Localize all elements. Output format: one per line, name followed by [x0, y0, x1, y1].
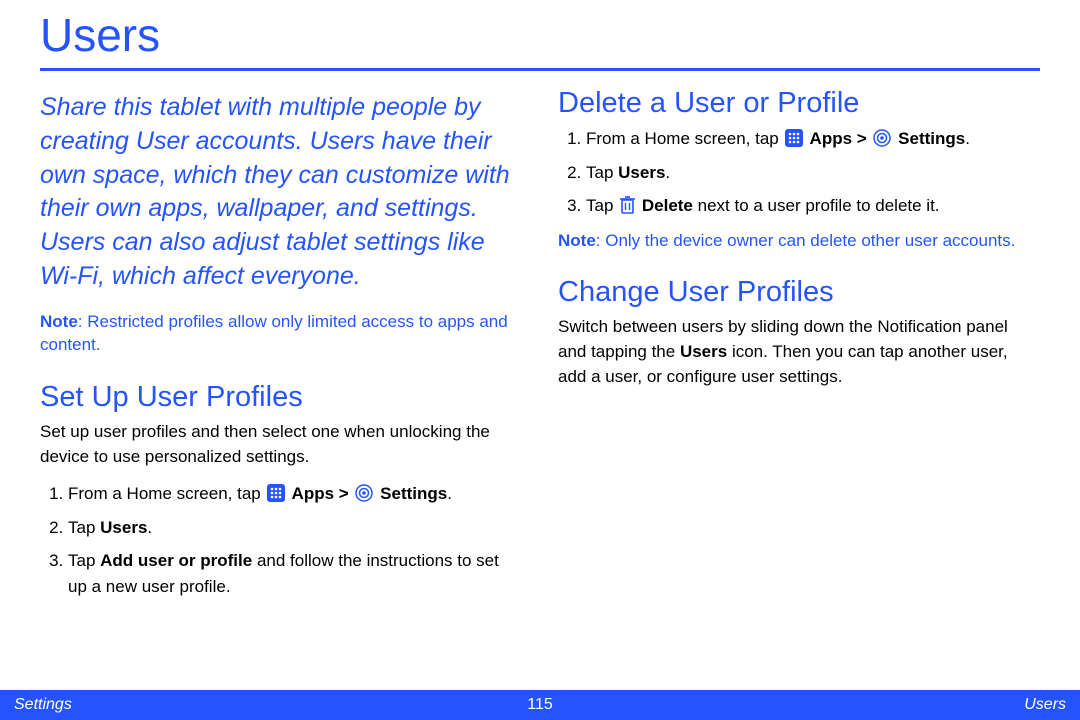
- change-body: Switch between users by sliding down the…: [558, 315, 1040, 389]
- footer-right: Users: [553, 696, 1080, 714]
- delete-step-3: Tap Delete next to a user profile to del…: [586, 193, 1040, 219]
- step-bold: Users: [618, 163, 665, 182]
- heading-setup: Set Up User Profiles: [40, 381, 522, 414]
- right-column: Delete a User or Profile From a Home scr…: [558, 81, 1040, 607]
- step-bold: Users: [100, 518, 147, 537]
- step-text: Tap: [586, 196, 618, 215]
- setup-step-3: Tap Add user or profile and follow the i…: [68, 548, 522, 599]
- footer-bar: Settings 115 Users: [0, 690, 1080, 720]
- setup-step-1: From a Home screen, tap Apps > Settings.: [68, 481, 522, 507]
- note-text: : Only the device owner can delete other…: [596, 231, 1016, 250]
- setup-body: Set up user profiles and then select one…: [40, 420, 522, 469]
- step-bold: Add user or profile: [100, 551, 252, 570]
- footer-left: Settings: [0, 696, 527, 714]
- footer-page-number: 115: [527, 696, 553, 714]
- delete-step-1: From a Home screen, tap Apps > Settings.: [586, 126, 1040, 152]
- delete-step-2: Tap Users.: [586, 160, 1040, 186]
- setup-steps: From a Home screen, tap Apps > Settings.…: [40, 481, 522, 599]
- delete-note: Note: Only the device owner can delete o…: [558, 229, 1040, 253]
- note-label: Note: [558, 231, 596, 250]
- step-text: .: [147, 518, 152, 537]
- apps-icon: [267, 484, 285, 502]
- step-text: From a Home screen, tap: [68, 484, 265, 503]
- step-text: .: [965, 129, 970, 148]
- delete-steps: From a Home screen, tap Apps > Settings.…: [558, 126, 1040, 219]
- step-text: .: [447, 484, 452, 503]
- note-label: Note: [40, 312, 78, 331]
- body-bold: Users: [680, 342, 727, 361]
- restricted-note: Note: Restricted profiles allow only lim…: [40, 310, 522, 358]
- step-text: Tap: [68, 518, 100, 537]
- apps-label: Apps >: [805, 129, 871, 148]
- setup-step-2: Tap Users.: [68, 515, 522, 541]
- step-text: Tap: [586, 163, 618, 182]
- apps-icon: [785, 129, 803, 147]
- settings-label: Settings: [375, 484, 447, 503]
- heading-change: Change User Profiles: [558, 276, 1040, 309]
- left-column: Share this tablet with multiple people b…: [40, 81, 522, 607]
- intro-text: Share this tablet with multiple people b…: [40, 91, 522, 294]
- page: Users Share this tablet with multiple pe…: [0, 0, 1080, 720]
- settings-icon: [355, 484, 373, 502]
- settings-label: Settings: [893, 129, 965, 148]
- apps-label: Apps >: [287, 484, 353, 503]
- step-bold: Delete: [637, 196, 693, 215]
- settings-icon: [873, 129, 891, 147]
- page-title: Users: [40, 0, 1040, 68]
- columns: Share this tablet with multiple people b…: [40, 81, 1040, 607]
- note-text: : Restricted profiles allow only limited…: [40, 312, 508, 355]
- trash-icon: [620, 196, 635, 214]
- heading-delete: Delete a User or Profile: [558, 87, 1040, 120]
- title-rule: [40, 68, 1040, 71]
- step-text: From a Home screen, tap: [586, 129, 783, 148]
- step-text: Tap: [68, 551, 100, 570]
- step-text: next to a user profile to delete it.: [693, 196, 940, 215]
- step-text: .: [665, 163, 670, 182]
